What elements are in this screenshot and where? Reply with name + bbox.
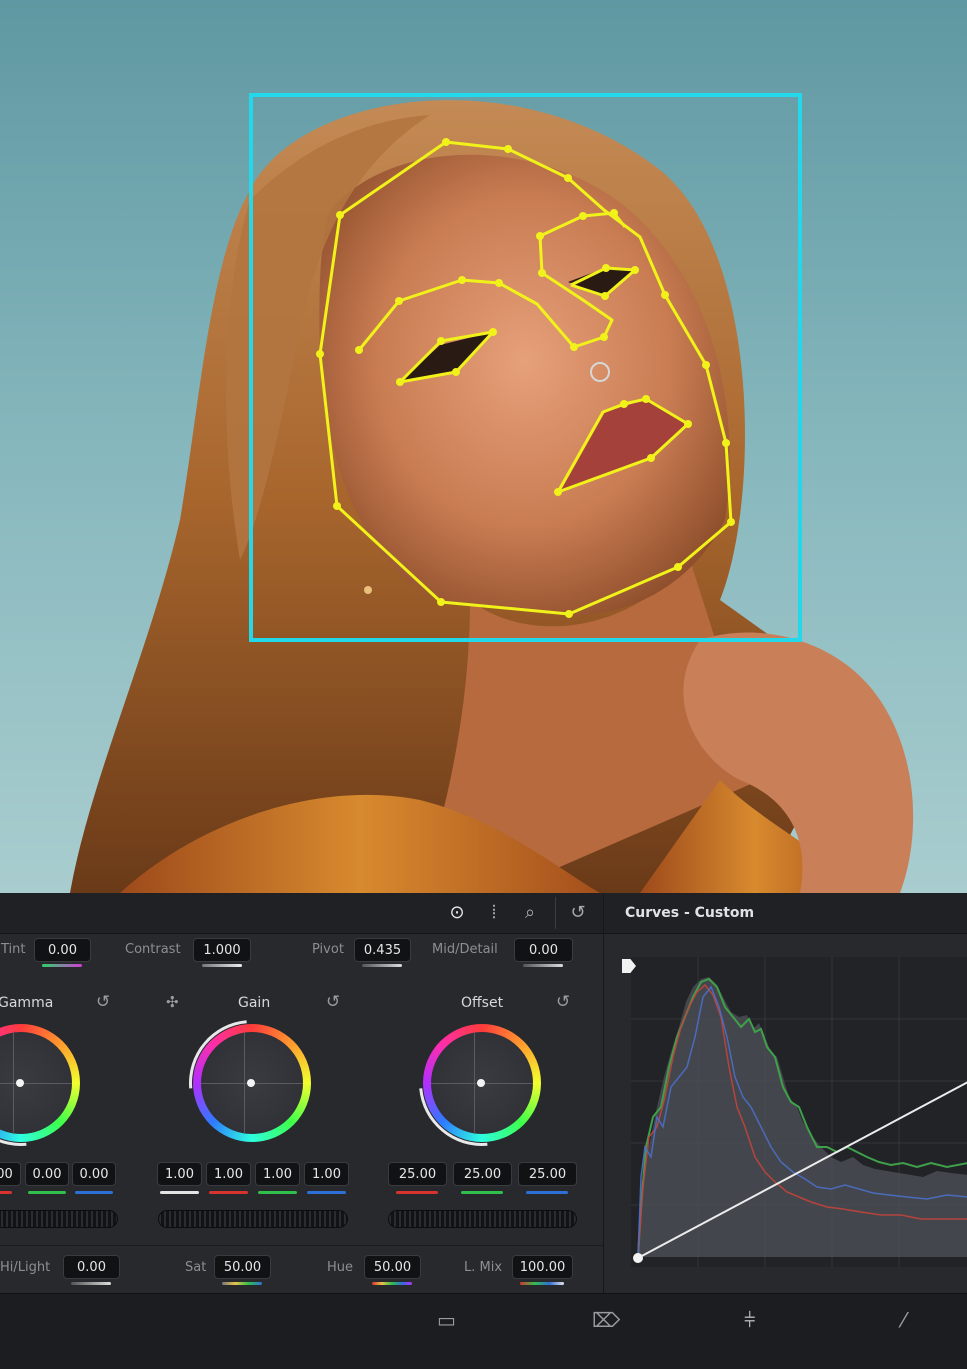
- offset-title: Offset: [461, 995, 504, 1011]
- primaries-panel: ⊙ ⦙ ⌕ ↺ Tint 0.00 Contrast 1.000 Pivot 0…: [0, 893, 603, 1293]
- gamma-master-jog[interactable]: [0, 1210, 118, 1228]
- gamma-reset-icon[interactable]: ↺: [96, 992, 110, 1012]
- bars-icon[interactable]: ⦙: [482, 901, 506, 925]
- gamma-y-field[interactable]: 00: [0, 1162, 21, 1186]
- tint-label: Tint: [1, 942, 26, 957]
- picker-icon[interactable]: ✣: [166, 993, 179, 1011]
- curves-title: Curves - Custom: [625, 905, 755, 921]
- sat-field[interactable]: 50.00: [214, 1255, 271, 1279]
- l-mix-label: L. Mix: [464, 1260, 503, 1275]
- gamma-b-field[interactable]: 0.00: [72, 1162, 116, 1186]
- offset-reset-icon[interactable]: ↺: [556, 992, 570, 1012]
- tint-gradient: [42, 964, 82, 967]
- gain-wheel[interactable]: [163, 994, 341, 1172]
- gain-g-field[interactable]: 1.00: [255, 1162, 300, 1186]
- page-bar: ▭ ⌦ ⫩ ⁄: [0, 1293, 967, 1369]
- wheels-icon[interactable]: ⊙: [445, 901, 469, 925]
- viewer[interactable]: [0, 0, 967, 893]
- curves-plot: [631, 957, 967, 1267]
- gain-title: Gain: [238, 995, 271, 1011]
- gain-b-field[interactable]: 1.00: [304, 1162, 349, 1186]
- gain-r-field[interactable]: 1.00: [206, 1162, 251, 1186]
- fusion-icon[interactable]: ⌦: [592, 1308, 620, 1332]
- viewer-image: [0, 0, 967, 893]
- reset-all-icon[interactable]: ↺: [566, 901, 590, 925]
- offset-b-field[interactable]: 25.00: [518, 1162, 577, 1186]
- gamma-g-field[interactable]: 0.00: [25, 1162, 69, 1186]
- primaries-header: ⊙ ⦙ ⌕ ↺: [0, 893, 603, 934]
- hue-field[interactable]: 50.00: [364, 1255, 421, 1279]
- gain-y-field[interactable]: 1.00: [157, 1162, 202, 1186]
- gamma-title: Gamma: [0, 995, 54, 1011]
- sat-label: Sat: [185, 1260, 207, 1275]
- hue-label: Hue: [327, 1260, 354, 1275]
- contrast-field[interactable]: 1.000: [193, 938, 251, 962]
- pivot-label: Pivot: [312, 942, 344, 957]
- mid-detail-label: Mid/Detail: [432, 942, 498, 957]
- l-mix-field[interactable]: 100.00: [512, 1255, 573, 1279]
- gain-reset-icon[interactable]: ↺: [326, 992, 340, 1012]
- log-icon[interactable]: ⌕: [518, 901, 542, 925]
- offset-wheel[interactable]: [393, 994, 571, 1172]
- media-icon[interactable]: ▭: [437, 1308, 456, 1332]
- gamma-wheel[interactable]: [0, 994, 110, 1172]
- mid-detail-field[interactable]: 0.00: [514, 938, 573, 962]
- color-icon[interactable]: ⫩: [744, 1308, 755, 1332]
- tint-field[interactable]: 0.00: [34, 938, 91, 962]
- pivot-field[interactable]: 0.435: [354, 938, 411, 962]
- curve-black-point: [633, 1253, 643, 1263]
- hi-light-label: Hi/Light: [0, 1260, 51, 1275]
- curves-header: Curves - Custom: [604, 893, 967, 934]
- contrast-label: Contrast: [125, 942, 181, 957]
- hi-light-field[interactable]: 0.00: [63, 1255, 120, 1279]
- offset-master-jog[interactable]: [388, 1210, 577, 1228]
- offset-g-field[interactable]: 25.00: [453, 1162, 512, 1186]
- offset-r-field[interactable]: 25.00: [388, 1162, 447, 1186]
- edit-icon[interactable]: ⁄: [902, 1308, 905, 1332]
- gain-master-jog[interactable]: [158, 1210, 348, 1228]
- curves-graph[interactable]: [631, 957, 967, 1267]
- curves-panel: Curves - Custom: [603, 893, 967, 1293]
